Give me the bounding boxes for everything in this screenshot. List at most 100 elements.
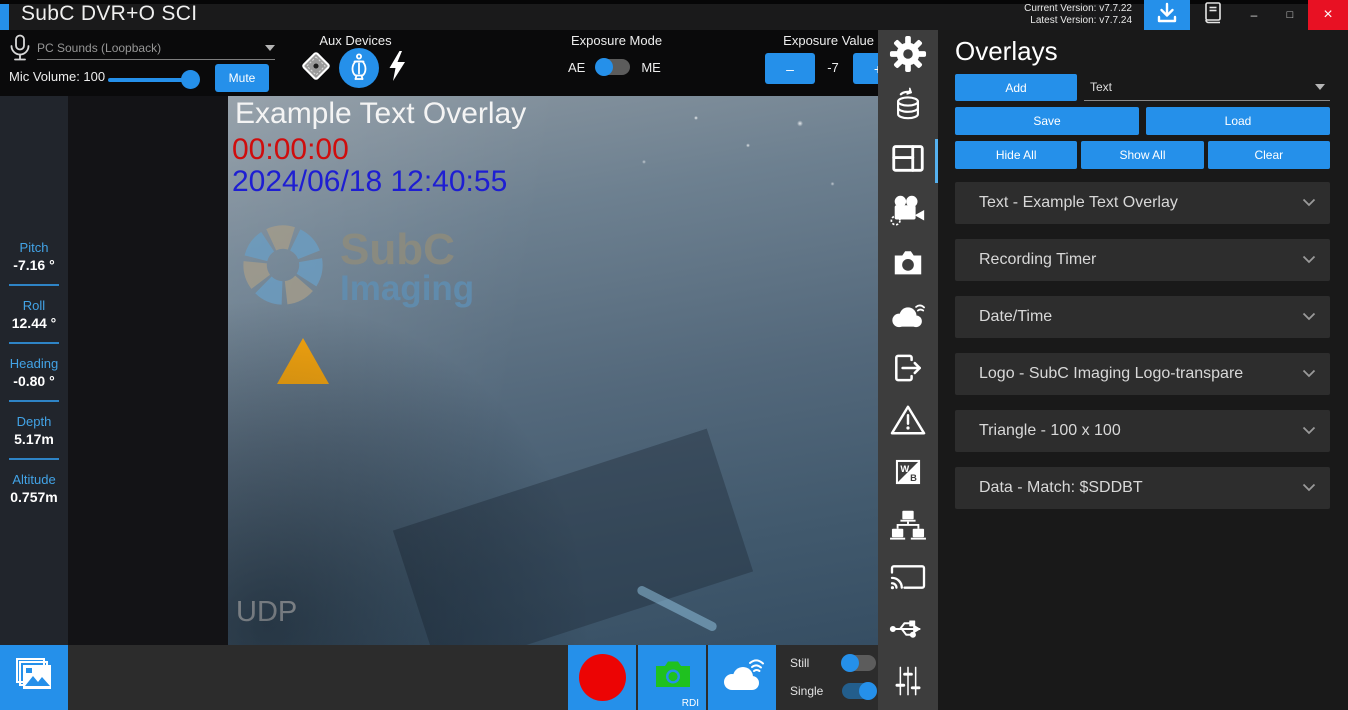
chevron-down-icon[interactable] — [1302, 365, 1316, 383]
still-capture-button[interactable]: RDI — [638, 645, 706, 710]
save-overlays-button[interactable]: Save — [955, 107, 1139, 135]
book-icon — [1203, 1, 1223, 30]
exposure-increase-button[interactable]: + — [853, 53, 878, 84]
exposure-value: -7 — [818, 60, 848, 75]
overlay-type-select[interactable]: Text — [1084, 74, 1330, 101]
divider — [9, 458, 59, 460]
download-icon — [1156, 2, 1178, 29]
single-mode-toggle[interactable] — [842, 683, 876, 699]
overlay-udp-label: UDP — [236, 596, 297, 629]
sliders-icon — [891, 663, 925, 704]
top-toolbar: PC Sounds (Loopback) Mic Volume: 100 Mut… — [0, 30, 878, 96]
gallery-icon — [13, 656, 55, 699]
cloud-icon — [887, 298, 929, 337]
manual-button[interactable] — [1190, 0, 1236, 30]
rail-export[interactable] — [878, 344, 938, 396]
latest-version: Latest Version: v7.7.24 — [1030, 15, 1132, 27]
still-mode-toggle[interactable] — [842, 655, 876, 671]
exposure-mode-toggle[interactable] — [596, 59, 630, 75]
overlay-example-text: Example Text Overlay — [235, 97, 526, 131]
chevron-down-icon[interactable] — [1302, 308, 1316, 326]
cast-icon — [888, 561, 928, 598]
rail-cloud[interactable] — [878, 292, 938, 344]
cloud-upload-icon — [718, 654, 766, 701]
rail-settings[interactable] — [878, 30, 938, 82]
overlay-datetime: 2024/06/18 12:40:55 — [232, 165, 507, 199]
laser-device-icon[interactable] — [300, 50, 332, 87]
media-gallery-button[interactable] — [0, 645, 68, 710]
exposure-ae-label: AE — [568, 60, 585, 75]
storage-disks-icon — [890, 87, 926, 130]
mute-button[interactable]: Mute — [215, 64, 269, 92]
audio-device-value: PC Sounds (Loopback) — [37, 41, 161, 55]
warning-triangle-icon — [889, 403, 927, 442]
exposure-mode-toggle-knob[interactable] — [595, 58, 613, 76]
window-controls: Current Version: v7.7.22 Latest Version:… — [1024, 0, 1348, 30]
chevron-down-icon[interactable] — [1302, 422, 1316, 440]
audio-device-select[interactable]: PC Sounds (Loopback) — [37, 36, 275, 60]
camera-icon — [889, 246, 927, 285]
telemetry-sidebar: Pitch -7.16 ° Roll 12.44 ° Heading -0.80… — [0, 96, 68, 645]
overlay-item-datetime[interactable]: Date/Time — [955, 296, 1330, 338]
rail-usb[interactable] — [878, 605, 938, 657]
aperture-logo-icon — [238, 220, 328, 315]
exposure-mode-label: Exposure Mode — [571, 33, 662, 48]
update-download-button[interactable] — [1144, 0, 1190, 30]
lantern-icon — [347, 53, 371, 83]
cloud-upload-button[interactable] — [708, 645, 776, 710]
mic-volume-slider-knob[interactable] — [181, 70, 200, 89]
overlay-item-text[interactable]: Text - Example Text Overlay — [955, 182, 1330, 224]
rail-storage[interactable] — [878, 82, 938, 134]
green-camera-icon — [649, 655, 695, 700]
bottom-bar: RDI Still F Single F — [0, 645, 878, 710]
version-info: Current Version: v7.7.22 Latest Version:… — [1024, 0, 1132, 30]
overlay-item-data-match[interactable]: Data - Match: $SDDBT — [955, 467, 1330, 509]
mic-volume-slider[interactable] — [108, 78, 196, 82]
video-camera-icon — [888, 192, 928, 235]
rail-screen-cast[interactable] — [878, 553, 938, 605]
telemetry-altitude: Altitude 0.757m — [0, 472, 68, 506]
overlay-recording-timer: 00:00:00 — [232, 133, 349, 167]
rail-warnings[interactable] — [878, 396, 938, 448]
add-overlay-button[interactable]: Add — [955, 74, 1077, 101]
telemetry-pitch: Pitch -7.16 ° — [0, 240, 68, 274]
maximize-button[interactable]: □ — [1272, 0, 1308, 30]
strobe-device-icon[interactable] — [386, 50, 408, 87]
record-button[interactable] — [568, 645, 636, 710]
app-window: SubC DVR+O SCI Current Version: v7.7.22 … — [0, 0, 1348, 710]
show-all-button[interactable]: Show All — [1081, 141, 1203, 169]
rail-network[interactable] — [878, 501, 938, 553]
single-label: Single — [790, 684, 832, 698]
overlay-list: Text - Example Text Overlay Recording Ti… — [955, 182, 1330, 509]
chevron-down-icon[interactable] — [1302, 479, 1316, 497]
titlebar: SubC DVR+O SCI Current Version: v7.7.22 … — [0, 0, 1348, 30]
overlay-item-recording-timer[interactable]: Recording Timer — [955, 239, 1330, 281]
exposure-mode-row: AE ME — [568, 59, 661, 75]
rail-camera-settings[interactable] — [878, 239, 938, 291]
overlay-item-triangle[interactable]: Triangle - 100 x 100 — [955, 410, 1330, 452]
chevron-down-icon[interactable] — [1302, 194, 1316, 212]
overlays-layout-icon — [889, 139, 927, 182]
rail-white-balance[interactable]: WB — [878, 449, 938, 501]
close-button[interactable]: × — [1308, 0, 1348, 30]
chevron-down-icon[interactable] — [1302, 251, 1316, 269]
hide-all-button[interactable]: Hide All — [955, 141, 1077, 169]
load-overlays-button[interactable]: Load — [1146, 107, 1330, 135]
gear-icon — [889, 35, 927, 78]
overlays-panel: Overlays Add Text Save Load Hide All Sho… — [938, 30, 1348, 710]
overlay-logo: SubC Imaging — [238, 220, 474, 315]
overlay-triangle — [277, 338, 329, 384]
telemetry-depth: Depth 5.17m — [0, 414, 68, 448]
svg-text:W: W — [900, 464, 909, 474]
minimize-button[interactable]: – — [1236, 0, 1272, 30]
microphone-icon — [9, 34, 31, 67]
panel-title: Overlays — [955, 36, 1330, 66]
rail-video-settings[interactable] — [878, 187, 938, 239]
lamp-device-button-active[interactable] — [339, 48, 379, 88]
logo-text-imaging: Imaging — [340, 271, 474, 307]
clear-button[interactable]: Clear — [1208, 141, 1330, 169]
rail-overlays[interactable] — [878, 135, 938, 187]
rail-adjustments[interactable] — [878, 658, 938, 710]
exposure-decrease-button[interactable]: – — [765, 53, 815, 84]
overlay-item-logo[interactable]: Logo - SubC Imaging Logo-transpare — [955, 353, 1330, 395]
